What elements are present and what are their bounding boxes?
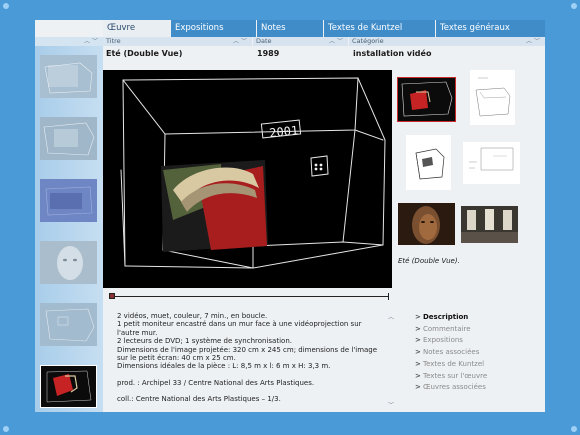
photo-caption: Eté (Double Vue). [398, 257, 460, 265]
section-menu: > Description > Commentaire > Expositions >… [415, 312, 535, 394]
menu-item-label: Description [423, 313, 469, 321]
menu-item-expositions[interactable]: > Expositions [415, 335, 535, 347]
film-thumbnail[interactable] [40, 55, 97, 98]
timeline-handle[interactable] [109, 293, 115, 299]
timeline-end [388, 293, 389, 300]
work-year: 1989 [257, 49, 280, 58]
film-thumbnail[interactable] [40, 241, 97, 284]
description-line: 2 lecteurs de DVD; 1 système de synchron… [117, 337, 292, 346]
film-thumbnail-selected[interactable] [40, 365, 97, 408]
video-viewer[interactable]: 2001 [103, 70, 392, 288]
app-window: Œuvre Expositions Notes Textes de Kuntze… [35, 20, 545, 412]
column-label: Titre [106, 37, 121, 45]
chevron-right-icon: > [415, 348, 421, 357]
film-thumbnail[interactable] [40, 303, 97, 346]
chevron-right-icon: > [415, 324, 421, 333]
column-header-date[interactable]: Date ︿﹀ [253, 37, 349, 46]
menu-item-textes-kuntzel[interactable]: > Textes de Kuntzel [415, 359, 535, 371]
menu-item-commentaire[interactable]: > Commentaire [415, 324, 535, 336]
chevron-right-icon: > [415, 313, 421, 321]
sort-arrows-icon[interactable]: ︿﹀ [329, 37, 345, 46]
sort-arrows-icon[interactable]: ︿﹀ [233, 37, 249, 46]
photo-thumbnail[interactable] [461, 206, 518, 243]
frame-dot [3, 3, 9, 9]
tab-notes[interactable]: Notes [257, 20, 324, 37]
chevron-up-icon[interactable]: ︿ [388, 312, 394, 321]
tab-oeuvre[interactable]: Œuvre [103, 20, 171, 37]
menu-item-textes-oeuvre[interactable]: > Textes sur l'œuvre [415, 371, 535, 383]
film-thumbnail[interactable] [40, 179, 97, 222]
description-line: Dimensions de l'image projetée: 320 cm x… [117, 345, 378, 363]
thumbnail-strip[interactable]: ︿﹀ [35, 37, 103, 412]
chevron-down-icon[interactable]: ﹀ [388, 400, 394, 409]
work-category: installation vidéo [353, 49, 432, 58]
column-header-categorie[interactable]: Catégorie ︿﹀ [349, 37, 545, 46]
timeline-slider[interactable] [109, 292, 389, 300]
photo-thumbnail[interactable] [470, 70, 515, 125]
description-line: 1 petit moniteur encastré dans un mur fa… [117, 320, 362, 337]
menu-item-label: Notes associées [423, 348, 480, 357]
frame-dot [3, 426, 9, 432]
work-title: Eté (Double Vue) [106, 49, 183, 58]
menu-item-label: Expositions [423, 336, 463, 345]
tab-expositions[interactable]: Expositions [171, 20, 257, 37]
chevron-right-icon: > [415, 359, 421, 368]
timeline-track [113, 296, 389, 297]
frame-dot [571, 3, 577, 9]
menu-item-label: Textes de Kuntzel [423, 359, 485, 368]
photo-thumbnail[interactable] [406, 135, 451, 190]
chevron-right-icon: > [415, 336, 421, 345]
menu-item-notes-associees[interactable]: > Notes associées [415, 347, 535, 359]
collection-credit: coll.: Centre National des Arts Plastiqu… [117, 395, 281, 404]
strip-header: ︿﹀ [35, 37, 103, 46]
chevron-right-icon: > [415, 371, 421, 380]
column-header-titre[interactable]: Titre ︿﹀ [103, 37, 253, 46]
photo-thumbnail[interactable] [463, 142, 520, 184]
column-label: Date [256, 37, 272, 45]
menu-item-label: Œuvres associées [423, 383, 486, 392]
photo-thumbnail[interactable] [398, 203, 455, 245]
tab-bar: Œuvre Expositions Notes Textes de Kuntze… [103, 20, 545, 37]
frame-dot [571, 426, 577, 432]
description-text: 2 vidéos, muet, couleur, 7 min., en bouc… [117, 312, 379, 408]
menu-item-label: Textes sur l'œuvre [423, 371, 488, 380]
sort-arrows-icon[interactable]: ︿﹀ [84, 37, 100, 46]
production-credit: prod. : Archipel 33 / Centre National de… [117, 378, 315, 387]
column-label: Catégorie [352, 37, 384, 45]
menu-item-oeuvres-associees[interactable]: > Œuvres associées [415, 382, 535, 394]
description-line: 2 vidéos, muet, couleur, 7 min., en bouc… [117, 312, 268, 320]
menu-item-label: Commentaire [423, 324, 471, 333]
photo-thumbnail-selected[interactable] [397, 77, 456, 122]
tab-textes-kuntzel[interactable]: Textes de Kuntzel [324, 20, 436, 37]
chevron-right-icon: > [415, 383, 421, 392]
description-line: Dimensions idéales de la pièce : L: 8,5 … [117, 362, 331, 371]
menu-item-description[interactable]: > Description [415, 312, 535, 324]
sort-arrows-icon[interactable]: ︿﹀ [526, 37, 542, 46]
tab-textes-generaux[interactable]: Textes généraux [436, 20, 545, 37]
film-thumbnail[interactable] [40, 117, 97, 160]
